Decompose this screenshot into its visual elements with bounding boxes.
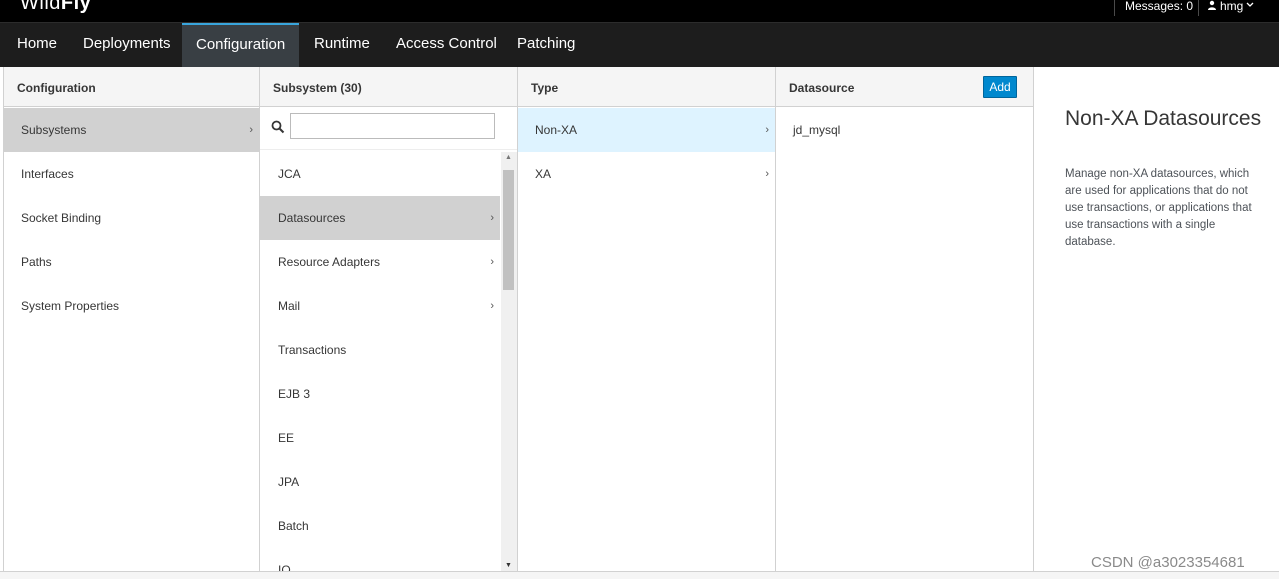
list-item-label: XA <box>535 167 552 181</box>
nav-configuration[interactable]: Configuration <box>182 23 300 67</box>
subsystem-item-resource-adapters[interactable]: Resource Adapters › <box>260 240 500 284</box>
preview-panel: Non-XA Datasources Manage non-XA datasou… <box>1034 67 1279 571</box>
list-item-label: EJB 3 <box>278 387 311 401</box>
subsystem-item-batch[interactable]: Batch <box>260 504 500 548</box>
datasource-column: Datasource Add jd_mysql <box>776 67 1034 571</box>
subsystem-search-input[interactable] <box>290 113 495 139</box>
subsystem-item-ee[interactable]: EE <box>260 416 500 460</box>
nav-runtime[interactable]: Runtime <box>300 23 384 67</box>
list-item-label: Transactions <box>278 343 347 357</box>
watermark: CSDN @a3023354681 <box>1091 554 1245 571</box>
user-name: hmg <box>1220 0 1244 13</box>
nav-patching[interactable]: Patching <box>503 23 589 67</box>
list-item-label: Resource Adapters <box>278 255 381 269</box>
type-item-xa[interactable]: XA › <box>518 152 775 196</box>
type-item-non-xa[interactable]: Non-XA › <box>518 108 775 152</box>
config-item-subsystems[interactable]: Subsystems › <box>4 108 259 152</box>
configuration-list: Subsystems › Interfaces Socket Binding P… <box>4 108 259 328</box>
search-icon <box>271 120 285 134</box>
list-item-label: Mail <box>278 299 301 313</box>
subsystem-item-mail[interactable]: Mail › <box>260 284 500 328</box>
chevron-right-icon: › <box>490 300 494 312</box>
type-column: Type Non-XA › XA › <box>518 67 776 571</box>
list-item-label: EE <box>278 431 295 445</box>
subsystem-column: Subsystem (30) JCA Datasources › Resourc… <box>260 67 518 571</box>
add-datasource-button[interactable]: Add <box>983 76 1017 98</box>
datasource-list: jd_mysql <box>776 108 1033 152</box>
user-menu[interactable]: hmg <box>1207 0 1254 22</box>
config-item-interfaces[interactable]: Interfaces <box>4 152 259 196</box>
subsystem-list: JCA Datasources › Resource Adapters › Ma… <box>260 152 500 571</box>
subsystem-item-transactions[interactable]: Transactions <box>260 328 500 372</box>
list-item-label: IO <box>278 563 291 571</box>
subsystem-item-ejb3[interactable]: EJB 3 <box>260 372 500 416</box>
list-item-label: JCA <box>278 167 301 181</box>
chevron-down-icon <box>1246 2 1254 7</box>
footer-bar <box>0 571 1279 579</box>
column-header: Subsystem (30) <box>260 67 517 107</box>
nav-deployments[interactable]: Deployments <box>69 23 185 67</box>
list-item-label: Datasources <box>278 211 346 225</box>
nav-access-control[interactable]: Access Control <box>382 23 511 67</box>
config-item-socket-binding[interactable]: Socket Binding <box>4 196 259 240</box>
scroll-thumb[interactable] <box>503 170 514 290</box>
chevron-right-icon: › <box>765 168 769 180</box>
preview-title: Non-XA Datasources <box>1065 107 1262 130</box>
preview-description: Manage non-XA datasources, which are use… <box>1065 168 1252 248</box>
messages-link[interactable]: Messages: 0 <box>1125 0 1193 22</box>
chevron-right-icon: › <box>490 256 494 268</box>
column-header: Type <box>518 67 775 107</box>
logo-text-light: Wild <box>20 0 61 14</box>
config-item-system-properties[interactable]: System Properties <box>4 284 259 328</box>
main-navbar: Home Deployments Configuration Runtime A… <box>0 22 1279 67</box>
configuration-column: Configuration Subsystems › Interfaces So… <box>3 67 260 571</box>
type-list: Non-XA › XA › <box>518 108 775 196</box>
scroll-down-icon[interactable]: ▼ <box>505 562 512 569</box>
subsystem-scrollbar[interactable]: ▲ ▼ <box>501 152 517 571</box>
utility-divider <box>1114 0 1115 16</box>
user-icon <box>1208 0 1216 10</box>
list-item-label: Non-XA <box>535 123 578 137</box>
chevron-right-icon: › <box>490 212 494 224</box>
list-item-label: Batch <box>278 519 309 533</box>
subsystem-item-jpa[interactable]: JPA <box>260 460 500 504</box>
list-item-label: Subsystems <box>21 123 87 137</box>
chevron-right-icon: › <box>249 124 253 136</box>
utility-divider <box>1198 0 1199 16</box>
list-item-label: Paths <box>21 255 52 269</box>
list-item-label: System Properties <box>21 299 120 313</box>
scroll-up-icon[interactable]: ▲ <box>505 154 512 161</box>
list-item-label: JPA <box>278 475 300 489</box>
datasource-item-jd-mysql[interactable]: jd_mysql <box>776 108 1033 152</box>
subsystem-item-jca[interactable]: JCA <box>260 152 500 196</box>
subsystem-search <box>260 108 517 150</box>
top-utility-bar: WildFly Messages: 0 hmg <box>0 0 1279 22</box>
logo-text-bold: Fly <box>60 0 92 14</box>
list-item-label: jd_mysql <box>793 123 841 137</box>
list-item-label: Interfaces <box>21 167 74 181</box>
subsystem-item-datasources[interactable]: Datasources › <box>260 196 500 240</box>
wildfly-logo: WildFly <box>20 0 91 14</box>
column-header: Configuration <box>4 67 259 107</box>
config-item-paths[interactable]: Paths <box>4 240 259 284</box>
nav-home[interactable]: Home <box>3 23 71 67</box>
subsystem-item-io[interactable]: IO <box>260 548 500 571</box>
chevron-right-icon: › <box>765 124 769 136</box>
list-item-label: Socket Binding <box>21 211 102 225</box>
